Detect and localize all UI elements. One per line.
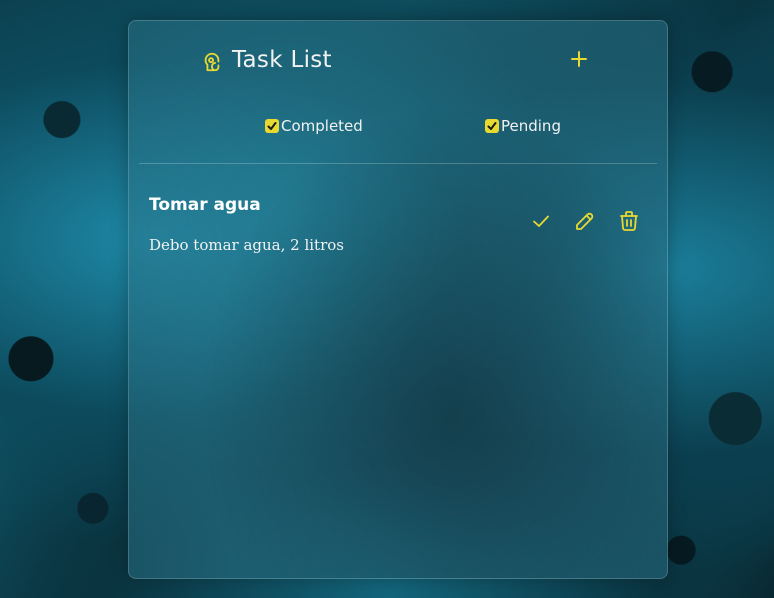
task-item: Tomar agua Debo tomar agua, 2 litros [129, 181, 667, 281]
filter-pending-label: Pending [501, 117, 561, 135]
complete-task-button[interactable] [529, 209, 553, 233]
task-title: Tomar agua [149, 195, 261, 215]
checkmark-icon [487, 122, 497, 130]
completed-checkbox[interactable] [265, 119, 279, 133]
pencil-icon [576, 212, 594, 230]
delete-task-button[interactable] [617, 209, 641, 233]
brain-head-icon [201, 51, 223, 73]
filter-completed[interactable]: Completed [265, 117, 363, 135]
trash-icon [620, 211, 638, 231]
filter-completed-label: Completed [281, 117, 363, 135]
task-list-panel: Task List Completed Pending Tomar agua D… [128, 20, 668, 579]
divider [139, 163, 657, 164]
task-actions [529, 209, 644, 233]
check-icon [533, 215, 549, 227]
add-task-button[interactable] [569, 49, 589, 69]
task-description: Debo tomar agua, 2 litros [149, 236, 344, 254]
plus-icon [571, 51, 587, 67]
filter-bar: Completed Pending [129, 117, 667, 141]
pending-checkbox[interactable] [485, 119, 499, 133]
edit-task-button[interactable] [573, 209, 597, 233]
filter-pending[interactable]: Pending [485, 117, 561, 135]
checkmark-icon [267, 122, 277, 130]
page-title: Task List [232, 47, 332, 73]
header: Task List [129, 21, 667, 101]
